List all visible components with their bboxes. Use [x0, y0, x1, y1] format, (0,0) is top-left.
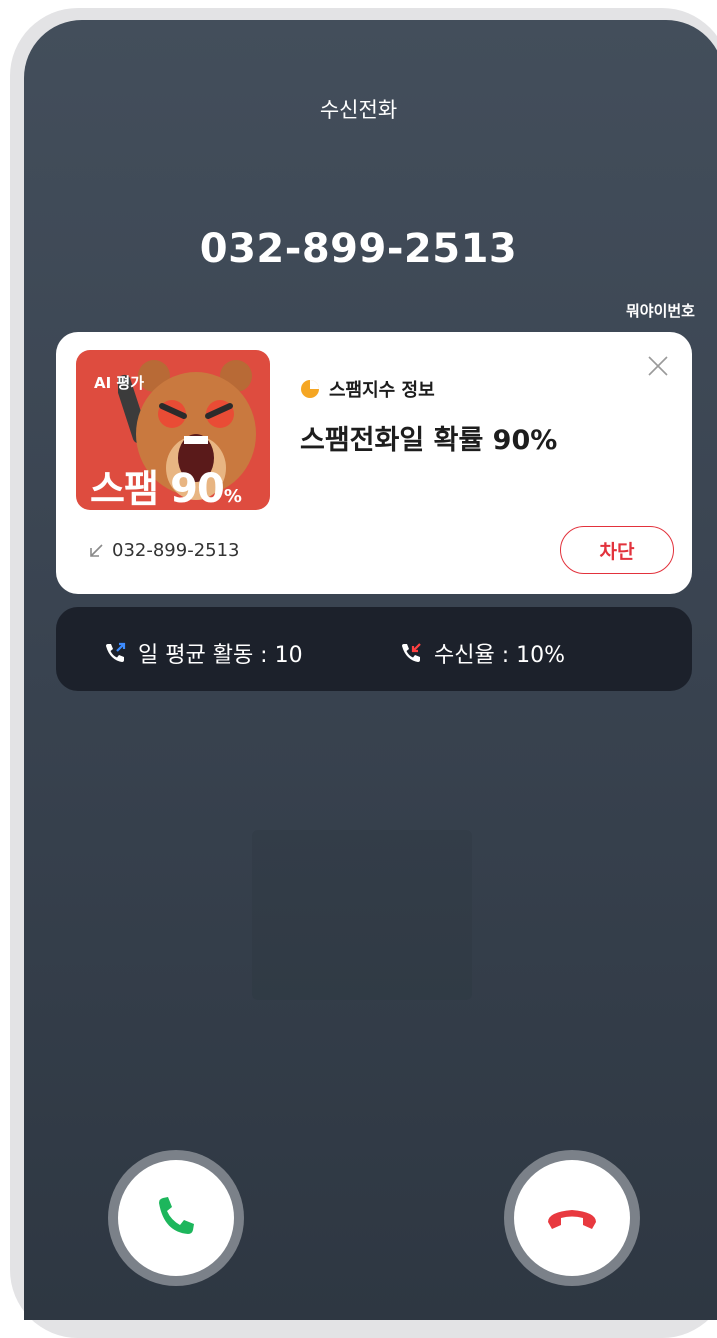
close-icon[interactable] — [646, 354, 670, 378]
spam-index-label: 스팸지수 정보 — [300, 376, 435, 402]
decline-call-icon — [548, 1210, 596, 1229]
accept-call-inner — [118, 1160, 234, 1276]
block-button[interactable]: 차단 — [560, 526, 674, 574]
accept-call-icon — [159, 1197, 194, 1234]
thumb-spam-value: 90 — [170, 466, 225, 510]
provider-logo: 뭐야이번호 — [625, 302, 695, 320]
answer-rate-text: 수신율 : 10% — [434, 643, 566, 668]
answer-rate-stat: 수신율 : 10% — [398, 637, 565, 669]
thumb-spam-label: 스팸 90% — [90, 458, 242, 510]
thumb-spam-unit: % — [223, 486, 242, 507]
background-placeholder — [252, 830, 472, 1000]
thumb-spam-word: 스팸 — [90, 467, 159, 510]
incoming-call-icon — [402, 643, 421, 662]
spam-probability-headline: 스팸전화일 확률 90% — [300, 425, 558, 456]
call-stats-bar: 일 평균 활동 : 10 수신율 : 10% — [56, 607, 692, 691]
incoming-number: 032-899-2513 — [112, 540, 240, 561]
decline-call-inner — [514, 1160, 630, 1276]
caller-number: 032-899-2513 — [199, 226, 518, 272]
screen-title: 수신전화 — [319, 98, 398, 122]
spam-index-text: 스팸지수 정보 — [329, 380, 435, 401]
spam-thumbnail: AI 평가 스팸 90% — [76, 350, 270, 510]
incoming-arrow-icon — [90, 543, 103, 557]
pie-chart-icon — [301, 380, 319, 398]
ai-rating-tag: AI 평가 — [94, 374, 145, 392]
outgoing-call-icon — [106, 642, 126, 662]
daily-activity-text: 일 평균 활동 : 10 — [138, 643, 303, 668]
daily-activity-stat: 일 평균 활동 : 10 — [102, 637, 303, 669]
decline-call-button[interactable] — [504, 1150, 640, 1286]
spam-info-card: AI 평가 스팸 90% 스팸지수 정보 스팸전화일 확률 90% 032-89… — [56, 332, 692, 594]
accept-call-button[interactable] — [108, 1150, 244, 1286]
incoming-number-row: 032-899-2513 — [88, 540, 240, 561]
